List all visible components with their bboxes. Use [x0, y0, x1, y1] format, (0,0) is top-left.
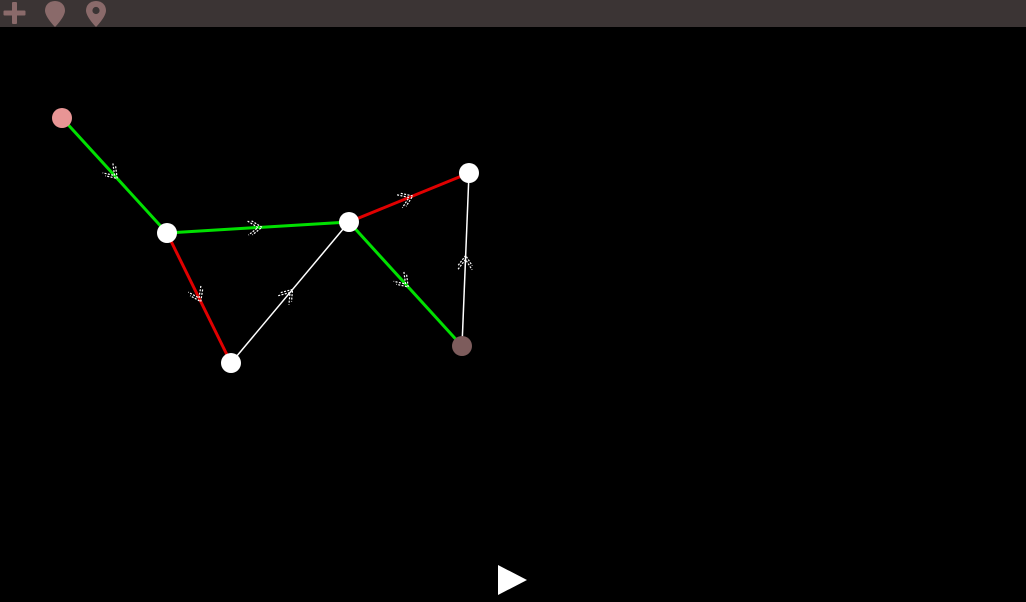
graph-node[interactable] [157, 223, 177, 243]
graph-node[interactable] [459, 163, 479, 183]
edge-n6-n5[interactable] [457, 172, 473, 347]
graph-canvas[interactable] [0, 27, 1026, 602]
play-icon [498, 565, 527, 595]
edge-line [347, 220, 464, 348]
edge-n4-n6[interactable] [347, 220, 464, 348]
add-node-icon [3, 2, 26, 24]
edge-n2-n3[interactable] [165, 232, 233, 364]
edges-layer [60, 116, 473, 364]
edge-line [60, 116, 169, 235]
end-node[interactable] [452, 336, 472, 356]
edge-line [348, 171, 470, 224]
play-button[interactable] [496, 563, 530, 597]
map-pin-filled-icon [45, 1, 65, 27]
map-pin-outline-icon [86, 1, 106, 27]
edge-line [165, 232, 233, 364]
start-node[interactable] [52, 108, 72, 128]
graph-node[interactable] [221, 353, 241, 373]
edge-n3-n4[interactable] [230, 221, 350, 364]
edge-line [166, 220, 350, 235]
graph-node[interactable] [339, 212, 359, 232]
nodes-layer [52, 108, 479, 373]
set-end-button[interactable] [80, 0, 112, 27]
add-node-button[interactable] [0, 0, 32, 27]
edge-line [230, 221, 350, 364]
toolbar [0, 0, 1026, 27]
set-start-button[interactable] [39, 0, 71, 27]
edge-n1-n2[interactable] [60, 116, 169, 235]
edge-n4-n5[interactable] [348, 171, 470, 224]
edge-n2-n4[interactable] [166, 220, 350, 236]
